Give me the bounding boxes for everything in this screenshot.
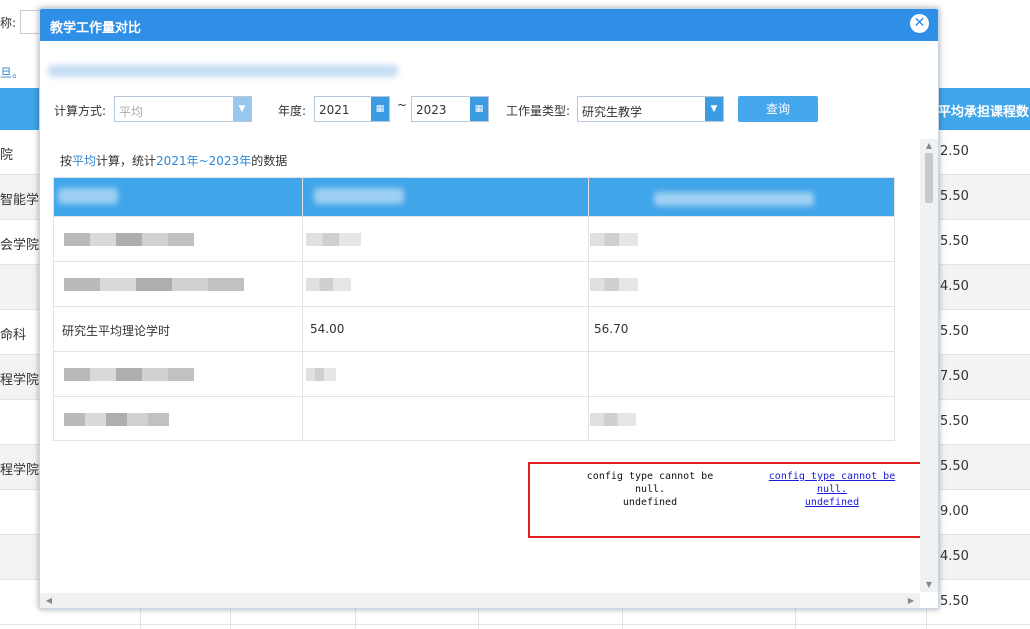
row-college: 程学院 [0,463,40,478]
table-row[interactable]: 研究生平均理论学时 54.00 56.70 [54,306,894,351]
year-to-input[interactable]: 2023 ▦ [411,96,489,122]
scroll-up-icon[interactable]: ▲ [920,139,938,153]
column-divider [588,178,589,440]
summary-prefix: 按 [60,154,73,168]
error-link-line[interactable]: config type cannot be [752,470,912,483]
table-row[interactable] [54,396,894,441]
redacted-hint [48,65,398,77]
year-from-input[interactable]: 2021 ▦ [314,96,390,122]
row-college: 命科 [0,328,27,343]
summary-method: 平均 [72,154,97,168]
redacted-header [654,192,814,206]
vertical-scrollbar[interactable]: ▲ ▼ [920,139,938,592]
row-value: 5.50 [940,594,969,609]
row-value: 2.50 [940,144,969,159]
redacted-cell [590,278,638,291]
redacted-cell [306,368,336,381]
row-value: 4.50 [940,279,969,294]
scroll-left-icon[interactable]: ◀ [42,593,56,608]
table-header [54,178,894,216]
type-select[interactable]: 研究生教学 ▼ [577,96,724,122]
redacted-cell [64,368,194,381]
redacted-cell [64,278,244,291]
type-label: 工作量类型: [506,104,571,118]
comparison-table: 研究生平均理论学时 54.00 56.70 [53,177,895,441]
error-link-line[interactable]: null. [752,483,912,496]
query-button[interactable]: 查询 [738,96,818,122]
summary-line: 按平均计算，统计2021年~2023年的数据 [60,152,287,169]
scroll-down-icon[interactable]: ▼ [920,578,938,592]
redacted-cell [64,233,194,246]
row-value: 5.50 [940,324,969,339]
error-text-left: config type cannot be null. undefined [570,470,730,509]
row-value: 5.50 [940,459,969,474]
column-divider [302,178,303,440]
row-name: 研究生平均理论学时 [62,324,171,338]
error-line: null. [634,484,666,495]
error-line: config type cannot be [586,471,714,482]
horizontal-scrollbar[interactable]: ◀ ▶ [40,593,920,608]
scroll-thumb[interactable] [925,153,933,203]
redacted-header [58,188,118,204]
row-college: 智能学 [0,193,40,208]
row-value: 5.50 [940,234,969,249]
redacted-cell [590,233,638,246]
method-select[interactable]: 平均 ▼ [114,96,252,122]
year-to-value: 2023 [416,103,447,117]
summary-range: 2021年~2023年 [156,154,252,168]
error-box: config type cannot be null. undefined co… [528,462,922,538]
row-value: 5.50 [940,189,969,204]
redacted-cell [590,413,636,426]
row-value: 7.50 [940,369,969,384]
redacted-cell [306,233,361,246]
table-row[interactable] [54,216,894,261]
avg-courses-header: 平均承担课程数 [938,105,1030,120]
method-value: 平均 [119,105,144,119]
dialog-titlebar[interactable]: 教学工作量对比 ✕ [40,9,938,41]
range-separator: ~ [397,98,408,112]
row-college: 院 [0,148,14,163]
row-college: 会学院 [0,238,40,253]
scroll-right-icon[interactable]: ▶ [904,593,918,608]
close-icon[interactable]: ✕ [910,14,929,33]
redacted-header [314,188,404,204]
year-label: 年度: [278,104,307,118]
row-value: 4.50 [940,549,969,564]
row-value: 54.00 [310,322,345,336]
calendar-icon[interactable]: ▦ [470,97,488,121]
redacted-cell [64,413,169,426]
top-note: 旦。 [0,66,25,80]
table-row[interactable] [54,351,894,396]
query-toolbar: 计算方式: 平均 ▼ 年度: 2021 ▦ ~ 2023 ▦ 工作量类型: 研究… [40,94,938,124]
dialog-title: 教学工作量对比 [50,21,142,36]
error-link-line[interactable]: undefined [752,496,912,509]
row-college: 程学院 [0,373,40,388]
filter-label: 称: [0,16,17,30]
type-value: 研究生教学 [582,105,643,119]
summary-middle: 计算，统计 [96,154,157,168]
chevron-down-icon[interactable]: ▼ [705,97,723,121]
error-line: undefined [622,497,678,508]
calendar-icon[interactable]: ▦ [371,97,389,121]
row-value: 9.00 [940,504,969,519]
chevron-down-icon[interactable]: ▼ [233,97,251,121]
comparison-dialog: 教学工作量对比 ✕ 计算方式: 平均 ▼ 年度: 2021 ▦ ~ 2023 ▦… [39,8,939,609]
error-link-right[interactable]: config type cannot be null. undefined [752,470,912,509]
row-other-value: 56.70 [594,322,629,336]
method-label: 计算方式: [54,104,107,118]
year-from-value: 2021 [319,103,350,117]
row-value: 5.50 [940,414,969,429]
summary-suffix: 的数据 [251,154,288,168]
table-row[interactable] [54,261,894,306]
redacted-cell [306,278,351,291]
